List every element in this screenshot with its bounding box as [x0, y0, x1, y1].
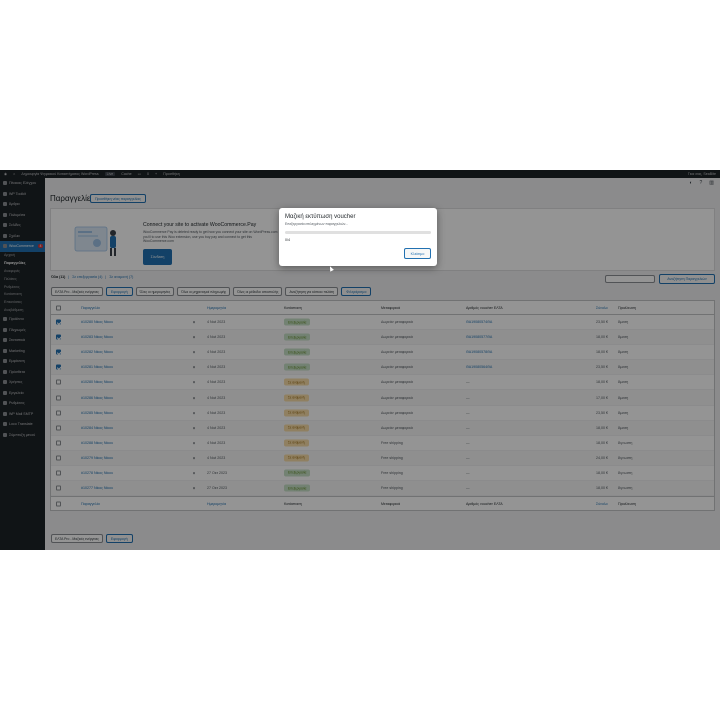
- progress-count: 0/4: [285, 238, 290, 242]
- browser-viewport: ◉ ⌂ Δημιουργία Ψηφιακού Καταστήματος Wor…: [0, 170, 720, 550]
- dialog-subtitle: Επεξεργασία επιλεγμένων παραγγελιών...: [285, 222, 349, 226]
- dialog-title: Μαζική εκτύπωση voucher: [285, 214, 356, 220]
- close-button[interactable]: Κλείσιμο: [404, 248, 431, 259]
- bulk-voucher-dialog: Μαζική εκτύπωση voucher Επεξεργασία επιλ…: [279, 208, 437, 266]
- progress-bar: [285, 231, 431, 234]
